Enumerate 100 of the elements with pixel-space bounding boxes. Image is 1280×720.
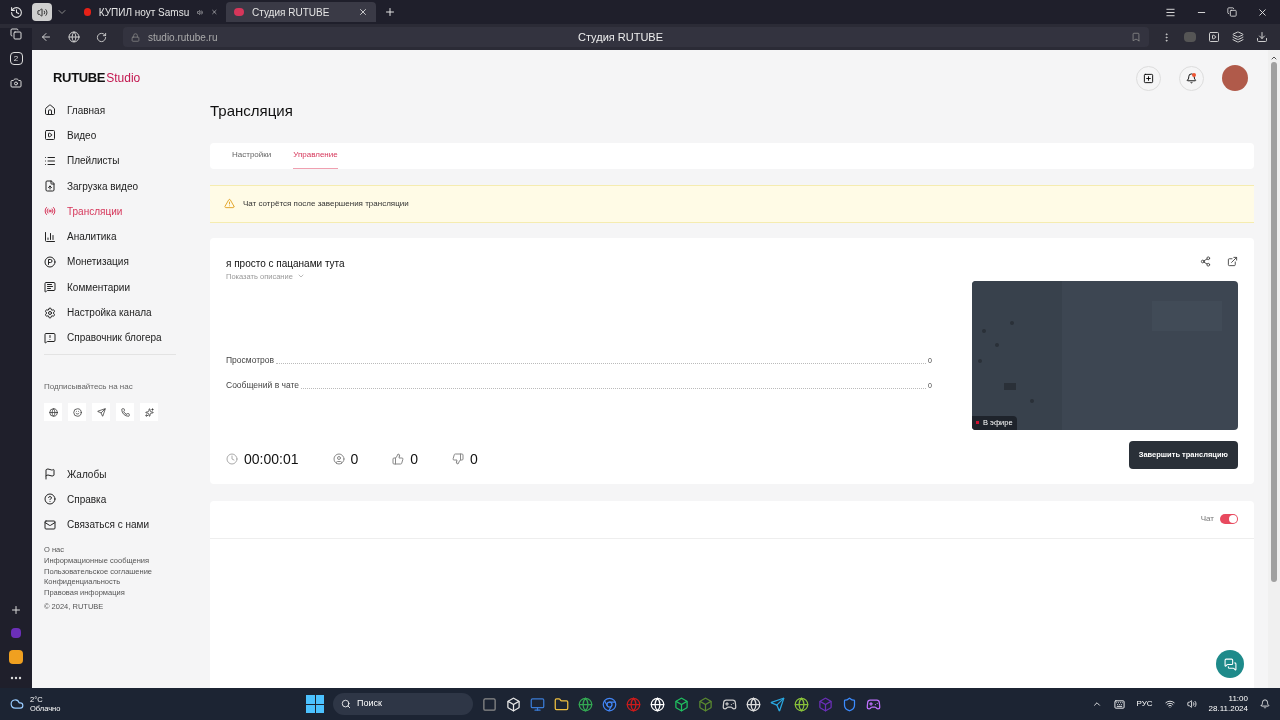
bookmark-icon[interactable] (1131, 32, 1141, 42)
telegram-icon[interactable] (92, 403, 110, 422)
mail-app-icon[interactable] (9, 650, 23, 664)
message-alert-icon (44, 331, 56, 344)
dislikes-count: 0 (470, 449, 478, 469)
tabs-panel-icon[interactable] (10, 28, 22, 40)
wifi-icon[interactable] (1164, 699, 1175, 709)
clock-icon (226, 453, 238, 465)
lock-icon (131, 32, 140, 42)
help-icon (44, 493, 56, 506)
thumbs-down-icon (452, 453, 465, 465)
sidebar-item[interactable]: Видео (44, 122, 192, 149)
avatar[interactable] (1222, 65, 1248, 91)
rutube-studio-logo[interactable]: RUTUBEStudio (53, 68, 192, 88)
clock-date[interactable]: 28.11.2024 (1208, 704, 1248, 714)
taskbar-app-icon[interactable] (770, 696, 785, 712)
sidebar-item[interactable]: Монетизация (44, 249, 192, 275)
language-indicator[interactable]: РУС (1136, 698, 1153, 710)
upload-file-icon (44, 180, 56, 193)
thumbs-up-icon (392, 453, 405, 465)
browser-tab[interactable]: Студия RUTUBE (226, 2, 376, 22)
tab[interactable]: Настройки (232, 142, 272, 169)
sidebar-item[interactable]: Связаться с нами (44, 512, 192, 538)
p-circle-icon (44, 255, 56, 268)
settings-icon (44, 306, 56, 319)
taskbar-app-icon[interactable] (794, 696, 809, 712)
sidebar-item[interactable]: Аналитика (44, 224, 192, 250)
sidebar-item[interactable]: Справочник блогера (44, 325, 192, 351)
browser-tab[interactable]: КУПИЛ ноут Samsu (76, 2, 226, 22)
notification-icon[interactable] (1260, 699, 1270, 709)
camera-icon[interactable] (10, 77, 22, 89)
stream-timer: 00:00:01 (244, 449, 299, 469)
address-field[interactable]: studio.rutube.ru Студия RUTUBE (123, 27, 1149, 47)
stat-label: Просмотров (226, 354, 275, 367)
close-icon[interactable] (1257, 6, 1268, 18)
download-icon[interactable] (1256, 31, 1268, 43)
alert-text: Чат сотрётся после завершения трансляции (243, 197, 409, 210)
list-icon (44, 154, 56, 167)
taskbar-app-icon[interactable] (674, 696, 689, 712)
sidebar-item[interactable]: Плейлисты (44, 148, 192, 174)
weather-icon[interactable] (10, 697, 24, 711)
user-icon (332, 453, 345, 465)
tray-expand-icon[interactable] (1091, 699, 1102, 709)
page-title: Трансляция (210, 101, 294, 121)
tab-title: Студия RUTUBE (252, 5, 331, 20)
scroll-up-icon[interactable] (1270, 54, 1278, 62)
tab-title: КУПИЛ ноут Samsu (98, 5, 190, 20)
start-button[interactable] (306, 695, 324, 713)
mail-icon (44, 518, 56, 531)
search-icon (341, 699, 351, 709)
external-link-icon[interactable] (1227, 255, 1238, 267)
close-icon[interactable] (358, 7, 368, 17)
bell-icon (1186, 72, 1197, 84)
sidebar-item[interactable]: Настройка канала (44, 299, 192, 326)
menu-icon[interactable] (1165, 6, 1176, 18)
stream-title: я просто с пацанами тута (226, 256, 346, 271)
sidebar-item[interactable]: Комментарии (44, 274, 192, 300)
new-tab-icon[interactable] (384, 6, 396, 18)
stat-label: Сообщений в чате (226, 379, 299, 392)
page-title: Студия RUTUBE (578, 29, 664, 45)
plus-square-icon (1143, 72, 1154, 84)
chat-bubbles-icon (1223, 657, 1237, 671)
sidebar-item[interactable]: Трансляции (44, 198, 192, 224)
speaker-icon (36, 6, 48, 18)
keyboard-icon[interactable] (1113, 698, 1125, 710)
reload-icon[interactable] (96, 31, 107, 43)
add-icon[interactable] (10, 604, 22, 616)
taskbar-app-icon[interactable] (554, 696, 569, 712)
comment-icon (44, 281, 56, 294)
restore-icon[interactable] (1227, 7, 1237, 17)
speaker-icon[interactable] (1186, 699, 1197, 709)
sidebar-item[interactable]: Загрузка видео (44, 173, 192, 199)
share-icon[interactable] (1200, 255, 1211, 267)
sidebar-item[interactable]: Главная (44, 97, 192, 123)
more-icon[interactable] (10, 676, 22, 680)
home-icon (44, 104, 56, 117)
tab-favicon-icon (234, 8, 244, 16)
support-chat-button[interactable] (1216, 650, 1244, 678)
history-icon[interactable] (9, 5, 23, 19)
back-icon[interactable] (40, 31, 52, 43)
sparkle-icon[interactable] (140, 403, 158, 422)
scrollbar-thumb[interactable] (1271, 62, 1277, 582)
player-icon[interactable] (1208, 31, 1220, 43)
tab-favicon-icon (84, 8, 91, 16)
counter-badge[interactable]: 2 (9, 52, 23, 65)
tab-audio-button[interactable] (32, 3, 52, 21)
sidebar-panel-icon[interactable] (1232, 31, 1244, 43)
taskbar-search-field[interactable]: Поиск (333, 693, 473, 715)
sidebar-item[interactable]: Жалобы (44, 461, 192, 487)
likes-count: 0 (410, 449, 419, 469)
social-heading: Подписывайтесь на нас (44, 381, 134, 394)
taskbar-app-icon[interactable] (722, 696, 737, 712)
flag-icon (44, 468, 56, 481)
warning-icon (224, 198, 235, 209)
clock-time[interactable]: 11:00 (1228, 694, 1248, 704)
sidebar-item[interactable]: Справка (44, 486, 192, 513)
chat-label: Чат (1200, 513, 1214, 525)
viewers-count: 0 (350, 449, 359, 469)
chat-toggle[interactable] (1220, 514, 1238, 524)
tab[interactable]: Управление (293, 142, 338, 169)
